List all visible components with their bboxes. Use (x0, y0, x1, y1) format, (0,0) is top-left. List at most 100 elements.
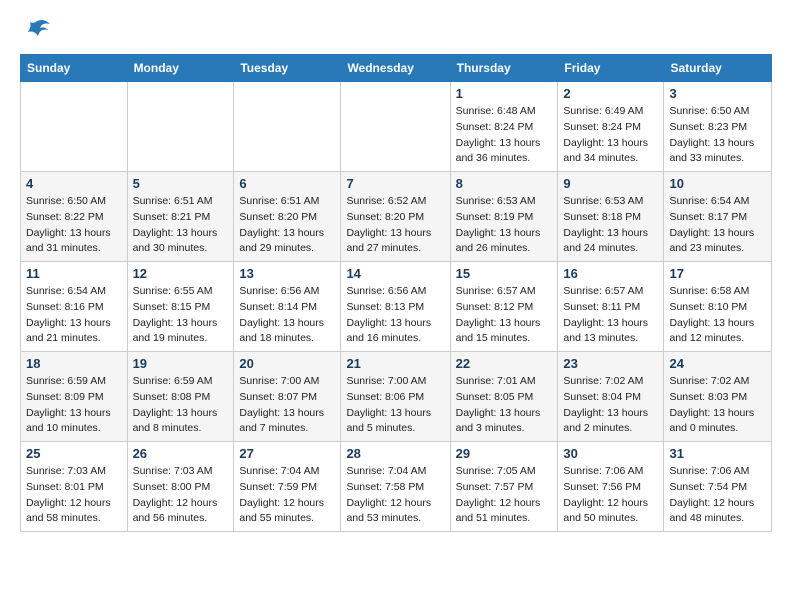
calendar-cell: 14 Sunrise: 6:56 AMSunset: 8:13 PMDayligh… (341, 262, 450, 352)
day-info: Sunrise: 6:54 AMSunset: 8:17 PMDaylight:… (669, 194, 766, 257)
day-info: Sunrise: 6:50 AMSunset: 8:23 PMDaylight:… (669, 104, 766, 167)
calendar-cell: 26 Sunrise: 7:03 AMSunset: 8:00 PMDayligh… (127, 442, 234, 532)
week-row-4: 18 Sunrise: 6:59 AMSunset: 8:09 PMDayligh… (21, 352, 772, 442)
day-number: 4 (26, 176, 122, 191)
week-row-1: 1 Sunrise: 6:48 AMSunset: 8:24 PMDaylight… (21, 82, 772, 172)
week-row-3: 11 Sunrise: 6:54 AMSunset: 8:16 PMDayligh… (21, 262, 772, 352)
day-info: Sunrise: 6:54 AMSunset: 8:16 PMDaylight:… (26, 284, 122, 347)
day-number: 22 (456, 356, 553, 371)
day-info: Sunrise: 6:56 AMSunset: 8:13 PMDaylight:… (346, 284, 444, 347)
day-number: 5 (133, 176, 229, 191)
column-header-wednesday: Wednesday (341, 55, 450, 82)
calendar-cell: 27Sunrise: 7:04 AMSunset: 7:59 PMDayligh… (234, 442, 341, 532)
day-number: 6 (239, 176, 335, 191)
day-info: Sunrise: 6:48 AMSunset: 8:24 PMDaylight:… (456, 104, 553, 167)
day-number: 21 (346, 356, 444, 371)
day-number: 1 (456, 86, 553, 101)
calendar-cell: 13 Sunrise: 6:56 AMSunset: 8:14 PMDayligh… (234, 262, 341, 352)
day-number: 30 (563, 446, 658, 461)
day-number: 31 (669, 446, 766, 461)
calendar-cell: 23 Sunrise: 7:02 AMSunset: 8:04 PMDayligh… (558, 352, 664, 442)
day-info: Sunrise: 6:57 AMSunset: 8:11 PMDaylight:… (563, 284, 658, 347)
calendar-cell: 5 Sunrise: 6:51 AMSunset: 8:21 PMDaylight… (127, 172, 234, 262)
calendar-cell: 21 Sunrise: 7:00 AMSunset: 8:06 PMDayligh… (341, 352, 450, 442)
day-info: Sunrise: 7:04 AMSunset: 7:59 PMDaylight:… (239, 464, 335, 527)
day-info: Sunrise: 6:56 AMSunset: 8:14 PMDaylight:… (239, 284, 335, 347)
calendar-cell: 9 Sunrise: 6:53 AMSunset: 8:18 PMDaylight… (558, 172, 664, 262)
calendar-cell: 16 Sunrise: 6:57 AMSunset: 8:11 PMDayligh… (558, 262, 664, 352)
column-header-monday: Monday (127, 55, 234, 82)
day-info: Sunrise: 6:57 AMSunset: 8:12 PMDaylight:… (456, 284, 553, 347)
page-header (20, 16, 772, 44)
day-number: 28 (346, 446, 444, 461)
calendar-cell (234, 82, 341, 172)
calendar-cell: 29 Sunrise: 7:05 AMSunset: 7:57 PMDayligh… (450, 442, 558, 532)
day-number: 23 (563, 356, 658, 371)
day-info: Sunrise: 7:02 AMSunset: 8:04 PMDaylight:… (563, 374, 658, 437)
day-number: 16 (563, 266, 658, 281)
calendar-cell: 1 Sunrise: 6:48 AMSunset: 8:24 PMDaylight… (450, 82, 558, 172)
day-info: Sunrise: 7:04 AMSunset: 7:58 PMDaylight:… (346, 464, 444, 527)
calendar-cell: 3 Sunrise: 6:50 AMSunset: 8:23 PMDaylight… (664, 82, 772, 172)
logo-bird-icon (22, 16, 52, 44)
day-info: Sunrise: 6:50 AMSunset: 8:22 PMDaylight:… (26, 194, 122, 257)
day-info: Sunrise: 7:06 AMSunset: 7:56 PMDaylight:… (563, 464, 658, 527)
calendar-cell: 2 Sunrise: 6:49 AMSunset: 8:24 PMDaylight… (558, 82, 664, 172)
week-row-2: 4 Sunrise: 6:50 AMSunset: 8:22 PMDaylight… (21, 172, 772, 262)
calendar-cell: 25Sunrise: 7:03 AMSunset: 8:01 PMDayligh… (21, 442, 128, 532)
calendar-table: SundayMondayTuesdayWednesdayThursdayFrid… (20, 54, 772, 532)
day-number: 19 (133, 356, 229, 371)
day-number: 29 (456, 446, 553, 461)
day-info: Sunrise: 6:53 AMSunset: 8:19 PMDaylight:… (456, 194, 553, 257)
calendar-cell: 28 Sunrise: 7:04 AMSunset: 7:58 PMDayligh… (341, 442, 450, 532)
day-info: Sunrise: 6:58 AMSunset: 8:10 PMDaylight:… (669, 284, 766, 347)
day-info: Sunrise: 7:06 AMSunset: 7:54 PMDaylight:… (669, 464, 766, 527)
day-number: 8 (456, 176, 553, 191)
logo (20, 16, 52, 44)
calendar-cell: 15 Sunrise: 6:57 AMSunset: 8:12 PMDayligh… (450, 262, 558, 352)
day-number: 2 (563, 86, 658, 101)
calendar-cell: 6 Sunrise: 6:51 AMSunset: 8:20 PMDaylight… (234, 172, 341, 262)
calendar-cell (127, 82, 234, 172)
day-info: Sunrise: 7:03 AMSunset: 8:00 PMDaylight:… (133, 464, 229, 527)
calendar-cell: 19 Sunrise: 6:59 AMSunset: 8:08 PMDayligh… (127, 352, 234, 442)
day-info: Sunrise: 7:00 AMSunset: 8:07 PMDaylight:… (239, 374, 335, 437)
day-info: Sunrise: 6:51 AMSunset: 8:21 PMDaylight:… (133, 194, 229, 257)
day-number: 9 (563, 176, 658, 191)
day-number: 3 (669, 86, 766, 101)
day-number: 14 (346, 266, 444, 281)
calendar-cell: 24 Sunrise: 7:02 AMSunset: 8:03 PMDayligh… (664, 352, 772, 442)
calendar-cell: 12Sunrise: 6:55 AMSunset: 8:15 PMDayligh… (127, 262, 234, 352)
column-header-thursday: Thursday (450, 55, 558, 82)
day-number: 20 (239, 356, 335, 371)
day-number: 18 (26, 356, 122, 371)
day-info: Sunrise: 7:05 AMSunset: 7:57 PMDaylight:… (456, 464, 553, 527)
day-info: Sunrise: 6:49 AMSunset: 8:24 PMDaylight:… (563, 104, 658, 167)
day-info: Sunrise: 6:59 AMSunset: 8:08 PMDaylight:… (133, 374, 229, 437)
day-number: 11 (26, 266, 122, 281)
calendar-cell: 11 Sunrise: 6:54 AMSunset: 8:16 PMDayligh… (21, 262, 128, 352)
week-row-5: 25Sunrise: 7:03 AMSunset: 8:01 PMDayligh… (21, 442, 772, 532)
day-number: 10 (669, 176, 766, 191)
day-info: Sunrise: 7:02 AMSunset: 8:03 PMDaylight:… (669, 374, 766, 437)
calendar-cell: 18 Sunrise: 6:59 AMSunset: 8:09 PMDayligh… (21, 352, 128, 442)
calendar-cell: 10 Sunrise: 6:54 AMSunset: 8:17 PMDayligh… (664, 172, 772, 262)
column-header-friday: Friday (558, 55, 664, 82)
calendar-cell: 22 Sunrise: 7:01 AMSunset: 8:05 PMDayligh… (450, 352, 558, 442)
calendar-cell (21, 82, 128, 172)
day-number: 26 (133, 446, 229, 461)
day-number: 13 (239, 266, 335, 281)
calendar-cell: 7Sunrise: 6:52 AMSunset: 8:20 PMDaylight… (341, 172, 450, 262)
day-info: Sunrise: 6:53 AMSunset: 8:18 PMDaylight:… (563, 194, 658, 257)
day-info: Sunrise: 7:03 AMSunset: 8:01 PMDaylight:… (26, 464, 122, 527)
day-number: 24 (669, 356, 766, 371)
day-info: Sunrise: 7:00 AMSunset: 8:06 PMDaylight:… (346, 374, 444, 437)
day-info: Sunrise: 6:59 AMSunset: 8:09 PMDaylight:… (26, 374, 122, 437)
calendar-cell: 8 Sunrise: 6:53 AMSunset: 8:19 PMDaylight… (450, 172, 558, 262)
day-info: Sunrise: 6:51 AMSunset: 8:20 PMDaylight:… (239, 194, 335, 257)
column-header-saturday: Saturday (664, 55, 772, 82)
day-info: Sunrise: 6:55 AMSunset: 8:15 PMDaylight:… (133, 284, 229, 347)
calendar-cell: 4 Sunrise: 6:50 AMSunset: 8:22 PMDaylight… (21, 172, 128, 262)
day-info: Sunrise: 7:01 AMSunset: 8:05 PMDaylight:… (456, 374, 553, 437)
day-number: 15 (456, 266, 553, 281)
